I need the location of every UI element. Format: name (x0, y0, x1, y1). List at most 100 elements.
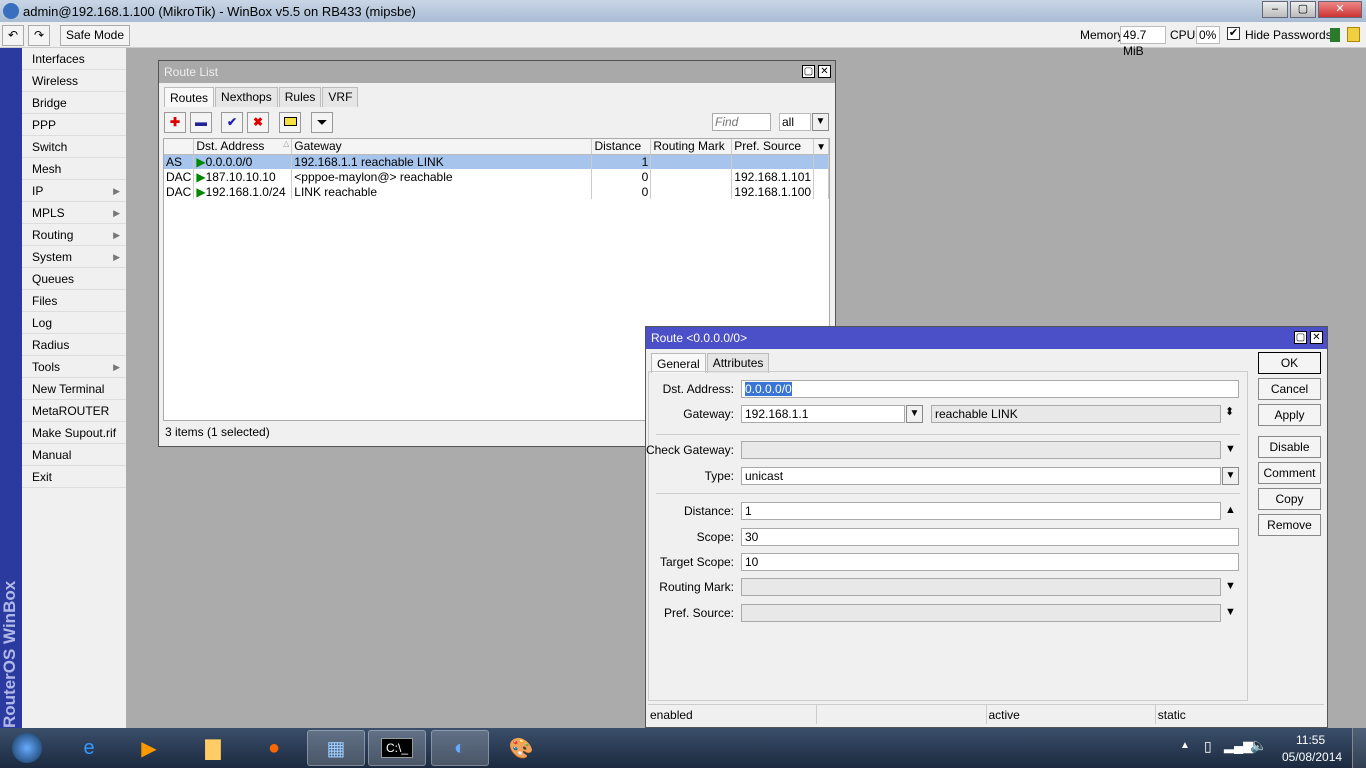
type-select[interactable]: unicast (741, 467, 1221, 485)
cell-dst-text: 192.168.1.0/24 (205, 184, 286, 199)
maximize-button[interactable]: ▢ (1290, 1, 1316, 18)
taskbar-media-player[interactable]: ▶ (120, 730, 178, 766)
apply-button[interactable]: Apply (1258, 404, 1321, 426)
tab-vrf[interactable]: VRF (322, 87, 359, 107)
gateway-input[interactable]: 192.168.1.1 (741, 405, 905, 423)
sidebar-item-label: Radius (32, 338, 70, 352)
sidebar-item-interfaces[interactable]: Interfaces (22, 48, 126, 70)
find-input[interactable] (712, 113, 771, 131)
pref-source-dropdown-icon[interactable]: ▼ (1225, 606, 1236, 618)
add-button[interactable]: ✚ (164, 112, 186, 133)
route-dialog-titlebar[interactable]: Route <0.0.0.0/0> ▢ ✕ (646, 327, 1327, 349)
taskbar-cmd[interactable]: C:\_ (368, 730, 426, 766)
sidebar-item-log[interactable]: Log (22, 312, 126, 334)
sidebar-item-manual[interactable]: Manual (22, 444, 126, 466)
column-header-dst-address[interactable]: Dst. Address △ (193, 139, 293, 155)
remove-button[interactable]: Remove (1258, 514, 1321, 536)
battery-icon[interactable]: ▯ (1204, 738, 1212, 755)
dst-address-input[interactable]: 0.0.0.0/0 (741, 380, 1239, 398)
taskbar-network[interactable]: ▦ (307, 730, 365, 766)
sidebar-item-mesh[interactable]: Mesh (22, 158, 126, 180)
tab-general[interactable]: General (651, 353, 706, 373)
maximize-button[interactable]: ▢ (802, 65, 815, 78)
ok-button[interactable]: OK (1258, 352, 1321, 374)
sidebar-item-files[interactable]: Files (22, 290, 126, 312)
tab-attributes[interactable]: Attributes (706, 353, 770, 373)
table-row[interactable]: DAC ▶187.10.10.10 <pppoe-maylon@> reacha… (164, 169, 829, 184)
show-desktop-button[interactable] (1352, 728, 1366, 768)
check-gateway-input[interactable] (741, 441, 1221, 459)
disable-button[interactable]: ✖ (247, 112, 269, 133)
gateway-dropdown-button[interactable]: ▼ (906, 405, 923, 423)
routing-mark-dropdown-icon[interactable]: ▼ (1225, 580, 1236, 592)
tab-routes[interactable]: Routes (164, 87, 215, 107)
sidebar-item-ip[interactable]: IP ▶ (22, 180, 126, 202)
taskbar-winbox[interactable]: ◐ (431, 730, 489, 766)
distance-input[interactable]: 1 (741, 502, 1221, 520)
copy-button[interactable]: Copy (1258, 488, 1321, 510)
maximize-button[interactable]: ▢ (1294, 331, 1307, 344)
sidebar-item-routing[interactable]: Routing ▶ (22, 224, 126, 246)
tab-nexthops[interactable]: Nexthops (215, 87, 278, 107)
column-header-distance[interactable]: Distance (591, 139, 652, 155)
close-button[interactable]: ✕ (818, 65, 831, 78)
sidebar-item-bridge[interactable]: Bridge (22, 92, 126, 114)
sidebar-item-switch[interactable]: Switch (22, 136, 126, 158)
sidebar-item-make-supout[interactable]: Make Supout.rif (22, 422, 126, 444)
filter-button[interactable]: ⏷ (311, 112, 333, 133)
taskbar-ie[interactable]: e (60, 730, 118, 766)
taskbar-firefox[interactable]: ● (245, 730, 303, 766)
remove-button[interactable]: ▬ (190, 112, 212, 133)
clock-date[interactable]: 05/08/2014 (1282, 750, 1342, 764)
column-header-flags[interactable] (164, 139, 195, 155)
sidebar-item-queues[interactable]: Queues (22, 268, 126, 290)
comment-button[interactable] (279, 112, 301, 133)
minimize-button[interactable]: – (1262, 1, 1288, 18)
safe-mode-button[interactable]: Safe Mode (60, 25, 130, 46)
close-button[interactable]: ✕ (1318, 1, 1362, 18)
undo-button[interactable]: ↶ (2, 25, 24, 46)
scope-input[interactable]: 30 (741, 528, 1239, 546)
distance-collapse-icon[interactable]: ▲ (1225, 504, 1236, 516)
column-header-gateway[interactable]: Gateway (291, 139, 593, 155)
redo-button[interactable]: ↷ (28, 25, 50, 46)
start-button[interactable] (0, 730, 54, 766)
toolbar: ↶ ↷ Safe Mode Memory: 49.7 MiB CPU: 0% ✔… (0, 22, 1366, 58)
taskbar-paint[interactable]: 🎨 (492, 730, 550, 766)
sidebar-item-system[interactable]: System ▶ (22, 246, 126, 268)
sidebar-item-ppp[interactable]: PPP (22, 114, 126, 136)
check-gateway-dropdown-icon[interactable]: ▼ (1225, 443, 1236, 455)
routing-mark-input[interactable] (741, 578, 1221, 596)
column-chooser[interactable]: ▼ (813, 139, 829, 155)
sidebar-item-new-terminal[interactable]: New Terminal (22, 378, 126, 400)
comment-button[interactable]: Comment (1258, 462, 1321, 484)
cancel-button[interactable]: Cancel (1258, 378, 1321, 400)
route-list-titlebar[interactable]: Route List ▢ ✕ (159, 61, 835, 83)
filter-dropdown-button[interactable]: ▼ (812, 113, 829, 131)
sidebar-item-metarouter[interactable]: MetaROUTER (22, 400, 126, 422)
column-header-routing-mark[interactable]: Routing Mark (650, 139, 733, 155)
hide-passwords-checkbox[interactable]: ✔ (1227, 27, 1240, 40)
target-scope-input[interactable]: 10 (741, 553, 1239, 571)
close-button[interactable]: ✕ (1310, 331, 1323, 344)
tab-rules[interactable]: Rules (278, 87, 322, 107)
filter-select[interactable]: all (779, 113, 811, 131)
column-header-pref-source[interactable]: Pref. Source (731, 139, 815, 155)
disable-button[interactable]: Disable (1258, 436, 1321, 458)
signal-icon[interactable]: ▂▄▆ (1224, 738, 1253, 754)
sidebar-item-mpls[interactable]: MPLS ▶ (22, 202, 126, 224)
volume-icon[interactable]: 🔈 (1250, 737, 1267, 754)
gateway-updown-icon[interactable]: ⬍ (1225, 405, 1234, 418)
show-hidden-icons-button[interactable]: ▲ (1180, 740, 1190, 751)
table-row[interactable]: DAC ▶192.168.1.0/24 LINK reachable 0 192… (164, 184, 829, 199)
taskbar-explorer[interactable]: ▇ (184, 730, 242, 766)
sidebar-item-radius[interactable]: Radius (22, 334, 126, 356)
table-row[interactable]: AS ▶0.0.0.0/0 192.168.1.1 reachable LINK… (164, 154, 829, 169)
sidebar-item-wireless[interactable]: Wireless (22, 70, 126, 92)
type-dropdown-button[interactable]: ▼ (1222, 467, 1239, 485)
pref-source-input[interactable] (741, 604, 1221, 622)
sidebar-item-tools[interactable]: Tools ▶ (22, 356, 126, 378)
enable-button[interactable]: ✔ (221, 112, 243, 133)
sidebar-item-exit[interactable]: Exit (22, 466, 126, 488)
clock-time[interactable]: 11:55 (1296, 733, 1325, 747)
